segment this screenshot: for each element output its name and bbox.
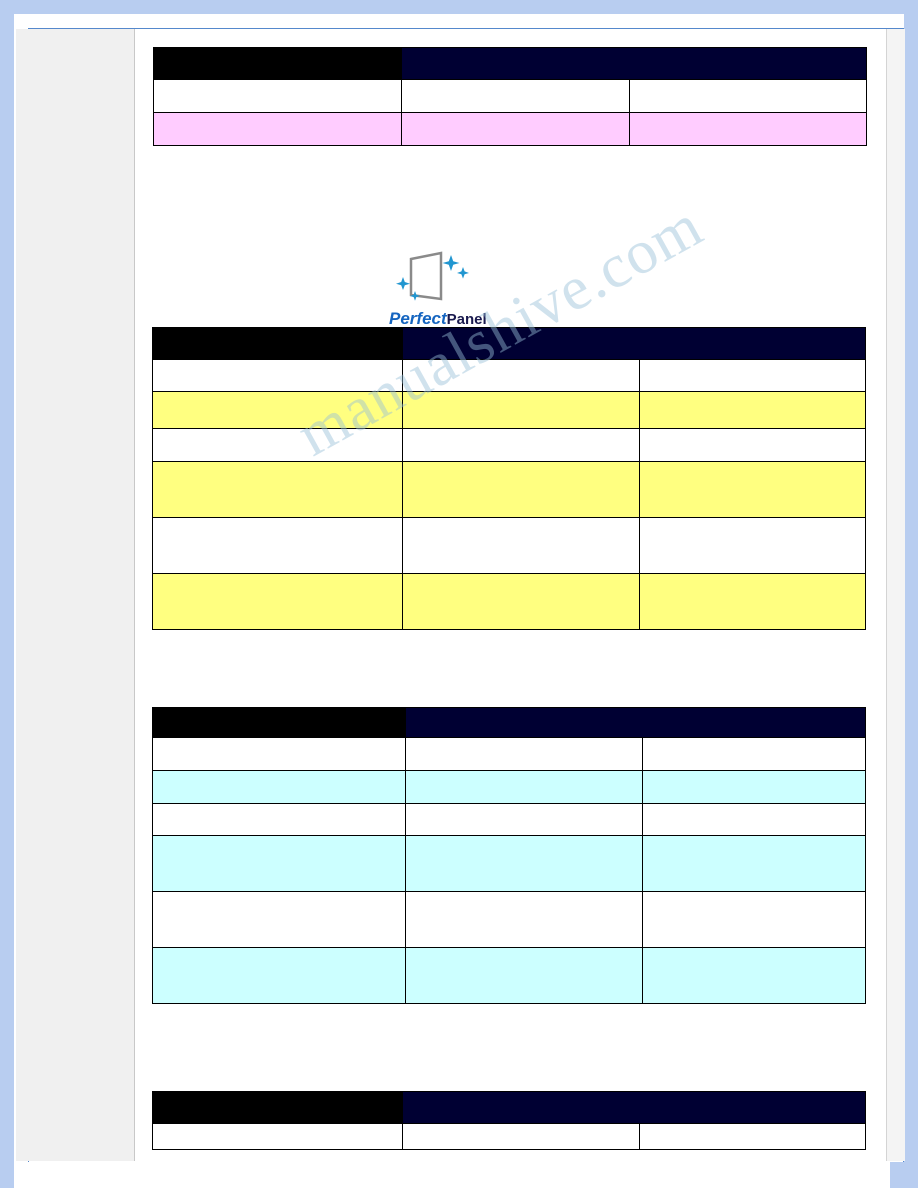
perfect-panel-logo: PerfectPanel <box>389 251 499 336</box>
table-cell <box>402 1123 640 1150</box>
table-row <box>152 891 866 948</box>
table-row <box>152 428 866 462</box>
table-row <box>153 112 867 146</box>
table-header-left <box>152 707 406 738</box>
table-cell <box>639 517 866 574</box>
table-row <box>152 391 866 429</box>
table-cell <box>405 891 643 948</box>
table-cell <box>405 947 643 1004</box>
table-cell <box>152 391 403 429</box>
table-row <box>153 47 867 80</box>
spec-table-bottom-wrap <box>152 1091 866 1150</box>
table-cell <box>153 79 402 113</box>
spec-table-top <box>153 47 867 146</box>
spec-table-bottom <box>152 1091 866 1150</box>
table-cell <box>152 573 403 630</box>
table-row <box>152 947 866 1004</box>
table-cell <box>639 573 866 630</box>
scrollbar-column[interactable] <box>886 29 905 1161</box>
table-row <box>152 707 866 738</box>
table-cell <box>153 112 402 146</box>
table-cell <box>152 891 406 948</box>
logo-word-perfect: Perfect <box>389 309 447 328</box>
table-cell <box>629 112 867 146</box>
table-header-right <box>402 327 866 360</box>
table-cell <box>152 359 403 392</box>
table-row <box>152 1091 866 1124</box>
table-cell <box>642 891 866 948</box>
table-cell <box>405 803 643 836</box>
table-header-right <box>405 707 866 738</box>
table-header-left <box>152 1091 403 1124</box>
table-cell <box>152 428 403 462</box>
table-cell <box>152 461 403 518</box>
table-cell <box>642 770 866 804</box>
perfect-panel-wordmark: PerfectPanel <box>389 309 487 329</box>
table-cell <box>405 737 643 771</box>
table-row <box>152 1123 866 1150</box>
table-cell <box>629 79 867 113</box>
table-cell <box>401 112 630 146</box>
table-row <box>153 79 867 113</box>
table-cell <box>152 947 406 1004</box>
spec-table-cyan <box>152 707 866 1004</box>
table-cell <box>152 835 406 892</box>
table-cell <box>402 573 640 630</box>
table-cell <box>639 461 866 518</box>
table-cell <box>642 737 866 771</box>
table-cell <box>152 737 406 771</box>
document-content: PerfectPanel manualshive.com <box>136 29 886 1161</box>
table-cell <box>152 803 406 836</box>
table-cell <box>639 391 866 429</box>
table-row <box>152 461 866 518</box>
table-header-left <box>153 47 402 80</box>
table-cell <box>402 391 640 429</box>
table-cell <box>401 79 630 113</box>
table-row <box>152 327 866 360</box>
logo-word-panel: Panel <box>446 311 487 328</box>
spec-table-top-wrap <box>153 47 867 146</box>
table-cell <box>402 428 640 462</box>
table-cell <box>639 359 866 392</box>
table-cell <box>405 835 643 892</box>
table-row <box>152 803 866 836</box>
table-cell <box>642 803 866 836</box>
table-cell <box>152 1123 403 1150</box>
table-header-left <box>152 327 403 360</box>
table-cell <box>642 947 866 1004</box>
table-row <box>152 737 866 771</box>
table-cell <box>152 517 403 574</box>
table-cell <box>405 770 643 804</box>
table-row <box>152 359 866 392</box>
table-header-right <box>401 47 867 80</box>
table-header-right <box>402 1091 866 1124</box>
table-cell <box>402 517 640 574</box>
table-cell <box>639 1123 866 1150</box>
table-cell <box>639 428 866 462</box>
table-row <box>152 517 866 574</box>
table-cell <box>402 359 640 392</box>
table-cell <box>402 461 640 518</box>
table-row <box>152 573 866 630</box>
table-cell <box>642 835 866 892</box>
spec-table-cyan-wrap <box>152 707 866 1004</box>
table-cell <box>152 770 406 804</box>
spec-table-yellow-wrap <box>152 327 866 630</box>
spec-table-yellow <box>152 327 866 630</box>
sidebar-column <box>16 29 135 1161</box>
table-row <box>152 770 866 804</box>
table-row <box>152 835 866 892</box>
page-bottom-white <box>14 1162 890 1188</box>
panel-icon <box>396 251 469 301</box>
